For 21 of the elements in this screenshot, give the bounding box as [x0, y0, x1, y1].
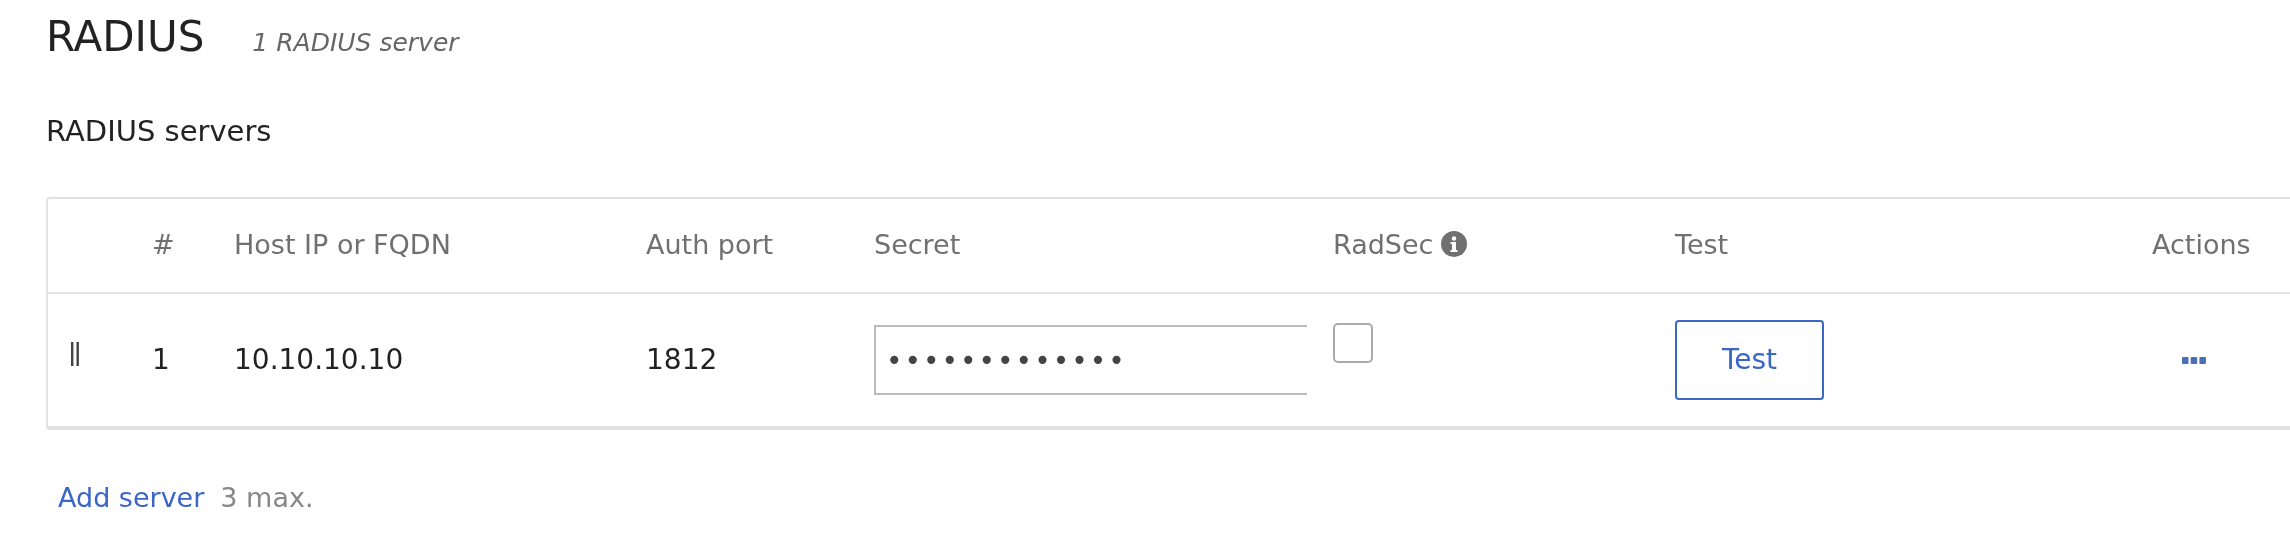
test-button[interactable]: Test [1675, 320, 1824, 400]
server-limit: 3 max. [220, 481, 314, 515]
column-header: Host IP or FQDN [234, 229, 451, 261]
page-title: RADIUS [46, 16, 205, 58]
add-server-link[interactable]: Add server [58, 478, 205, 519]
column-header: RadSec [1333, 229, 1434, 261]
column-header: Auth port [646, 229, 774, 261]
column-header: Test [1675, 229, 1729, 261]
row-number: 1 [152, 343, 170, 376]
column-header: Secret [874, 229, 961, 261]
table-cell: 1812 [646, 343, 718, 376]
server-count: 1 RADIUS server [252, 27, 459, 59]
radsec-checkbox[interactable] [1333, 323, 1373, 363]
column-header: # [152, 229, 175, 261]
section-title: RADIUS servers [46, 112, 273, 150]
table-cell: 10.10.10.10 [234, 343, 404, 376]
column-header: Actions [2152, 229, 2251, 261]
drag-handle-icon[interactable] [70, 342, 80, 366]
info-icon[interactable] [1441, 231, 1468, 258]
secret-field[interactable]: ••••••••••••• [874, 325, 1307, 395]
more-icon[interactable] [2182, 357, 2206, 365]
